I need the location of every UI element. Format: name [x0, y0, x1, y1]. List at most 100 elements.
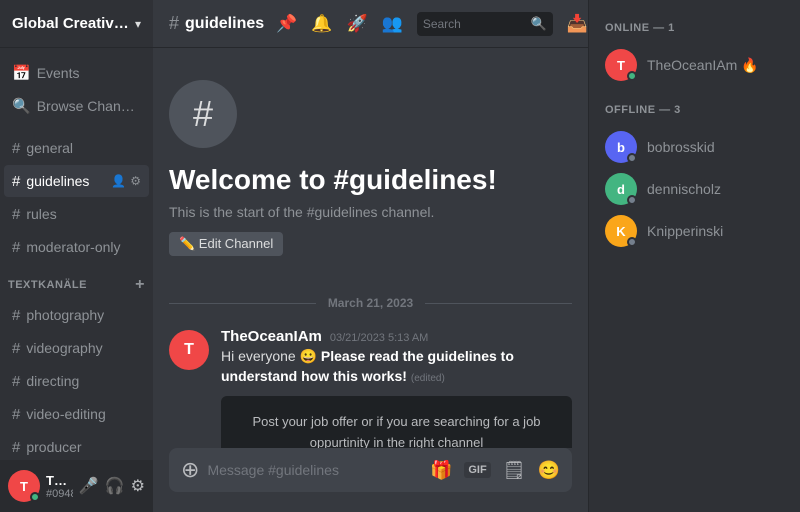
- channel-item-general[interactable]: # general: [4, 132, 149, 164]
- channel-item-moderator-only[interactable]: # moderator-only: [4, 231, 149, 263]
- search-icon: 🔍: [531, 16, 547, 32]
- member-name: TheOceanIAm 🔥: [647, 57, 759, 74]
- message-input-bar: ⊕ 🎁 GIF 🗒 😊: [169, 448, 572, 492]
- channel-item-events[interactable]: 📅 Events: [4, 57, 149, 89]
- date-line-left: [169, 303, 316, 304]
- member-item-knipperinski[interactable]: K Knipperinski: [593, 211, 796, 251]
- channel-hash-icon: #: [169, 13, 179, 34]
- user-avatar: T: [8, 470, 40, 502]
- hash-icon: #: [12, 140, 20, 157]
- topbar-channel-name: guidelines: [185, 15, 264, 33]
- topbar-channel: # guidelines: [169, 13, 264, 34]
- sticker-icon[interactable]: 🗒: [503, 460, 526, 481]
- message-group: T TheOceanIAm 03/21/2023 5:13 AM Hi ever…: [153, 326, 588, 448]
- hash-icon: #: [12, 206, 20, 223]
- members-icon[interactable]: 👥: [382, 14, 403, 34]
- messages-area: # Welcome to #guidelines! This is the st…: [153, 48, 588, 448]
- channel-label: guidelines: [26, 173, 107, 189]
- calendar-icon: 📅: [12, 64, 31, 82]
- welcome-title: Welcome to #guidelines!: [169, 164, 572, 196]
- channel-item-producer[interactable]: # producer: [4, 431, 149, 460]
- user-icon[interactable]: 👤: [111, 174, 126, 188]
- right-sidebar: ONLINE — 1 T TheOceanIAm 🔥 OFFLINE — 3 b…: [588, 0, 800, 512]
- gear-icon[interactable]: ⚙: [130, 174, 141, 188]
- user-name: TheOceanI...: [46, 473, 73, 488]
- topbar: # guidelines 📌 🔔 🚀 👥 🔍 📥 ❓: [153, 0, 588, 48]
- channel-item-videography[interactable]: # videography: [4, 332, 149, 364]
- member-item-dennischolz[interactable]: d dennischolz: [593, 169, 796, 209]
- guideline-card: Post your job offer or if you are search…: [221, 396, 572, 448]
- message-input[interactable]: [207, 462, 422, 478]
- message-content: TheOceanIAm 03/21/2023 5:13 AM Hi everyo…: [221, 328, 572, 448]
- edited-label: (edited): [411, 373, 445, 384]
- member-item-theoceaniam[interactable]: T TheOceanIAm 🔥: [593, 45, 796, 85]
- browse-icon: 🔍: [12, 97, 31, 115]
- message-input-area: ⊕ 🎁 GIF 🗒 😊: [153, 448, 588, 512]
- edit-channel-label: ✏️ Edit Channel: [179, 236, 273, 252]
- message-avatar: T: [169, 330, 209, 370]
- settings-icon[interactable]: ⚙: [131, 476, 145, 496]
- status-online-dot: [627, 71, 637, 81]
- channel-label: directing: [26, 373, 141, 389]
- edit-channel-button[interactable]: ✏️ Edit Channel: [169, 232, 283, 256]
- search-bar[interactable]: 🔍: [417, 12, 553, 36]
- headphone-icon[interactable]: 🎧: [105, 476, 125, 496]
- user-controls: 🎤 🎧 ⚙: [79, 476, 145, 496]
- channel-item-browse[interactable]: 🔍 Browse Channels: [4, 90, 149, 122]
- member-avatar: d: [605, 173, 637, 205]
- channel-label: Events: [37, 65, 141, 81]
- server-sidebar: Global Creative Network ▾ 📅 Events 🔍 Bro…: [0, 0, 153, 512]
- message-timestamp: 03/21/2023 5:13 AM: [330, 332, 428, 344]
- microphone-icon[interactable]: 🎤: [79, 476, 99, 496]
- status-dot: [30, 492, 40, 502]
- search-input[interactable]: [423, 17, 525, 31]
- message-header: TheOceanIAm 03/21/2023 5:13 AM: [221, 328, 572, 345]
- channel-item-video-editing[interactable]: # video-editing: [4, 398, 149, 430]
- gift-icon[interactable]: 🎁: [430, 460, 452, 481]
- hash-icon: #: [12, 239, 20, 256]
- channel-item-directing[interactable]: # directing: [4, 365, 149, 397]
- channel-label: videography: [26, 340, 141, 356]
- rocket-icon[interactable]: 🚀: [346, 14, 367, 34]
- member-name: dennischolz: [647, 181, 721, 197]
- status-offline-dot: [627, 195, 637, 205]
- date-divider: March 21, 2023: [153, 288, 588, 318]
- gif-icon[interactable]: GIF: [464, 462, 490, 478]
- topbar-actions: 📌 🔔 🚀 👥 🔍 📥 ❓: [276, 12, 588, 36]
- hash-icon: #: [12, 340, 20, 357]
- server-header[interactable]: Global Creative Network ▾: [0, 0, 153, 48]
- add-attachment-button[interactable]: ⊕: [181, 457, 199, 483]
- member-avatar: K: [605, 215, 637, 247]
- status-offline-dot: [627, 237, 637, 247]
- message-username[interactable]: TheOceanIAm: [221, 328, 322, 345]
- main-layout: Global Creative Network ▾ 📅 Events 🔍 Bro…: [0, 0, 800, 512]
- welcome-desc: This is the start of the #guidelines cha…: [169, 204, 572, 220]
- channel-item-photography[interactable]: # photography: [4, 299, 149, 331]
- channel-label: producer: [26, 439, 141, 455]
- emoji-icon[interactable]: 😊: [538, 460, 560, 481]
- channel-label: general: [26, 140, 141, 156]
- online-header: ONLINE — 1: [589, 16, 800, 40]
- status-offline-dot: [627, 153, 637, 163]
- user-footer: T TheOceanI... #0948 🎤 🎧 ⚙: [0, 460, 153, 512]
- channel-label: photography: [26, 307, 141, 323]
- date-line-right: [425, 303, 572, 304]
- channel-item-guidelines[interactable]: # guidelines 👤 ⚙: [4, 165, 149, 197]
- hash-large-icon: #: [193, 93, 213, 135]
- hash-icon: #: [12, 439, 20, 456]
- bell-icon[interactable]: 🔔: [311, 14, 332, 34]
- user-info: TheOceanI... #0948: [46, 473, 73, 500]
- category-textkanale[interactable]: TEXTKANÄLE +: [0, 264, 153, 298]
- hash-icon: #: [12, 406, 20, 423]
- hash-icon: #: [12, 373, 20, 390]
- message-text: Hi everyone 😀 Please read the guidelines…: [221, 347, 572, 386]
- message-text-start: Hi everyone 😀: [221, 348, 321, 364]
- member-item-bobrosskid[interactable]: b bobrosskid: [593, 127, 796, 167]
- add-channel-icon[interactable]: +: [135, 276, 145, 294]
- chevron-down-icon: ▾: [135, 17, 141, 31]
- pin-icon[interactable]: 📌: [276, 14, 297, 34]
- inbox-icon[interactable]: 📥: [567, 14, 588, 34]
- channel-item-rules[interactable]: # rules: [4, 198, 149, 230]
- app: Global Creative Network ▾ 📅 Events 🔍 Bro…: [0, 0, 800, 512]
- hash-icon: #: [12, 307, 20, 324]
